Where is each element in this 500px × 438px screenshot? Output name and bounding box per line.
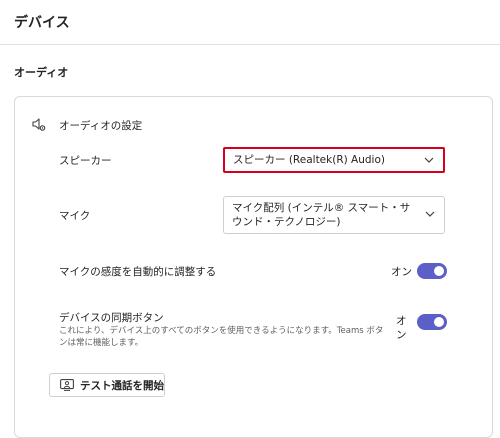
device-sync-description: これにより、デバイス上のすべてのボタンを使用できるようになります。Teams ボ… (59, 326, 384, 348)
page-title: デバイス (14, 15, 70, 31)
toggle-knob (434, 317, 444, 327)
mic-dropdown[interactable]: マイク配列 (インテル® スマート・サウンド・テクノロジー) (223, 196, 445, 234)
test-call-button-label: テスト通話を開始 (80, 380, 164, 392)
audio-settings-header: オーディオの設定 (59, 120, 143, 132)
device-sync-toggle[interactable] (417, 314, 447, 330)
speaker-dropdown[interactable]: スピーカー (Realtek(R) Audio) (223, 147, 445, 173)
audio-settings-icon (32, 118, 46, 131)
test-call-button[interactable]: テスト通話を開始 (49, 373, 165, 397)
test-call-icon (60, 379, 74, 391)
auto-adjust-label: マイクの感度を自動的に調整する (59, 266, 217, 278)
mic-dropdown-value: マイク配列 (インテル® スマート・サウンド・テクノロジー) (232, 202, 411, 228)
mic-label: マイク (59, 210, 91, 222)
chevron-down-icon (424, 157, 434, 163)
speaker-dropdown-value: スピーカー (Realtek(R) Audio) (233, 154, 385, 166)
header-divider (0, 44, 500, 45)
toggle-knob (434, 266, 444, 276)
device-sync-label: デバイスの同期ボタン (59, 312, 164, 324)
auto-adjust-toggle[interactable] (417, 263, 447, 279)
section-title-audio: オーディオ (14, 66, 69, 79)
speaker-label: スピーカー (59, 155, 112, 167)
device-sync-state-label: オン (396, 315, 407, 341)
auto-adjust-state-label: オン (391, 266, 412, 278)
chevron-down-icon (425, 211, 435, 217)
